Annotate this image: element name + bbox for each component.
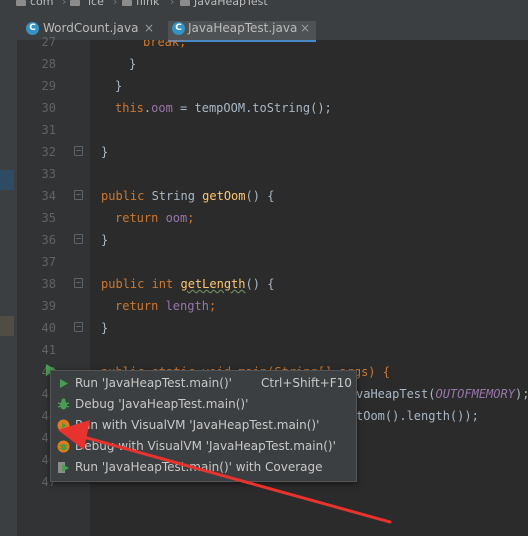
line-number: 40 (41, 321, 56, 335)
run-context-popup: Run 'JavaHeapTest.main()' Ctrl+Shift+F10… (50, 370, 357, 482)
menu-item-label: Run with VisualVM 'JavaHeapTest.main()' (75, 418, 320, 432)
menu-item-shortcut: Ctrl+Shift+F10 (261, 376, 352, 390)
line-number: 35 (41, 211, 56, 225)
package-icon (70, 0, 80, 6)
line-number: 29 (41, 79, 56, 93)
menu-item-run-visualvm[interactable]: Run with VisualVM 'JavaHeapTest.main()' (51, 416, 356, 437)
code-line-29[interactable]: } (115, 75, 122, 97)
code-token: public (101, 189, 145, 203)
code-line-30[interactable]: this.oom = tempOOM.toString(); (115, 97, 332, 119)
menu-item-run[interactable]: Run 'JavaHeapTest.main()' Ctrl+Shift+F10 (51, 374, 356, 395)
code-token: this (115, 101, 144, 115)
breadcrumb-item-com[interactable]: com (30, 0, 54, 8)
menu-item-label: Debug 'JavaHeapTest.main()' (75, 397, 249, 411)
editor-tab-bar: C WordCount.java × C JavaHeapTest.java × (0, 10, 528, 42)
breadcrumb-separator: › (113, 0, 118, 8)
tab-javaheaptest[interactable]: C JavaHeapTest.java × (168, 21, 316, 42)
code-token: ; (187, 211, 195, 225)
code-line-35[interactable]: return oom; (115, 207, 195, 229)
run-icon (60, 379, 68, 388)
code-token: String (144, 189, 203, 203)
line-number: 41 (41, 343, 56, 357)
breadcrumb-separator: › (62, 0, 67, 8)
code-token: length (158, 299, 209, 313)
code-token: oom (151, 101, 173, 115)
close-icon[interactable]: × (144, 21, 154, 35)
code-token: return (115, 299, 159, 313)
fold-marker-icon[interactable] (74, 146, 83, 156)
breadcrumb-item-class[interactable]: JavaHeapTest (194, 0, 268, 8)
code-token: ; (208, 299, 217, 313)
menu-item-label: Run 'JavaHeapTest.main()' (75, 376, 232, 390)
code-line-43[interactable]: vaHeapTest(OUTOFMEMORY); (356, 383, 528, 405)
code-token: = tempOOM.toString(); (172, 101, 332, 115)
menu-item-debug[interactable]: Debug 'JavaHeapTest.main()' (51, 395, 356, 416)
menu-item-debug-visualvm[interactable]: Debug with VisualVM 'JavaHeapTest.main()… (51, 437, 356, 458)
package-icon (16, 0, 26, 6)
tab-label: WordCount.java (43, 21, 139, 35)
fold-marker-icon[interactable] (74, 278, 83, 288)
fold-marker-icon[interactable] (74, 322, 83, 332)
strip-marker (0, 316, 14, 336)
line-number: 30 (41, 101, 56, 115)
code-line-32[interactable]: } (101, 141, 108, 163)
code-line-36[interactable]: } (101, 229, 108, 251)
menu-item-label: Debug with VisualVM 'JavaHeapTest.main()… (75, 439, 336, 453)
menu-item-label: Run 'JavaHeapTest.main()' with Coverage (75, 460, 323, 474)
line-number: 38 (41, 277, 56, 291)
breadcrumb-item-ice[interactable]: ice (88, 0, 104, 8)
line-number: 39 (41, 299, 56, 313)
tool-window-strip (0, 40, 18, 536)
breadcrumb-item-flink[interactable]: flink (136, 0, 159, 8)
code-token: getLength (180, 277, 246, 291)
line-number: 34 (41, 189, 56, 203)
line-number: 37 (41, 255, 56, 269)
code-token: return (115, 211, 159, 225)
line-number: 28 (41, 57, 56, 71)
coverage-icon (58, 462, 69, 473)
code-token: ); (514, 387, 528, 401)
line-number: 33 (41, 167, 56, 181)
visualvm-run-icon (57, 419, 70, 432)
code-line-28[interactable]: } (129, 53, 136, 75)
strip-marker (0, 170, 14, 190)
line-number: 36 (41, 233, 56, 247)
code-token: oom (158, 211, 188, 225)
class-icon (180, 0, 190, 6)
package-icon (122, 0, 132, 6)
fold-marker-icon[interactable] (74, 234, 83, 244)
line-number: 31 (41, 123, 56, 137)
code-token: public int (101, 277, 174, 291)
menu-item-run-coverage[interactable]: Run 'JavaHeapTest.main()' with Coverage (51, 458, 356, 479)
fold-marker-icon[interactable] (74, 190, 83, 200)
code-line-44[interactable]: tOom().length()); (356, 405, 479, 427)
code-token: getOom (202, 189, 246, 203)
code-token: vaHeapTest( (356, 387, 436, 401)
code-line-39[interactable]: return length; (115, 295, 216, 317)
code-token: () { (245, 277, 275, 291)
debug-icon (57, 398, 70, 410)
code-line-40[interactable]: } (101, 317, 108, 339)
code-token: OUTOFMEMORY (435, 387, 515, 401)
breadcrumb-separator: › (170, 0, 175, 8)
code-token: () { (245, 189, 275, 203)
java-class-icon: C (172, 22, 185, 35)
close-icon[interactable]: × (300, 21, 310, 35)
code-line-38[interactable]: public int getLength() { (101, 273, 274, 295)
line-number: 27 (41, 35, 56, 49)
code-line-34[interactable]: public String getOom() { (101, 185, 274, 207)
visualvm-debug-icon (57, 440, 70, 453)
line-number: 32 (41, 145, 56, 159)
tab-label: JavaHeapTest.java (188, 21, 298, 35)
